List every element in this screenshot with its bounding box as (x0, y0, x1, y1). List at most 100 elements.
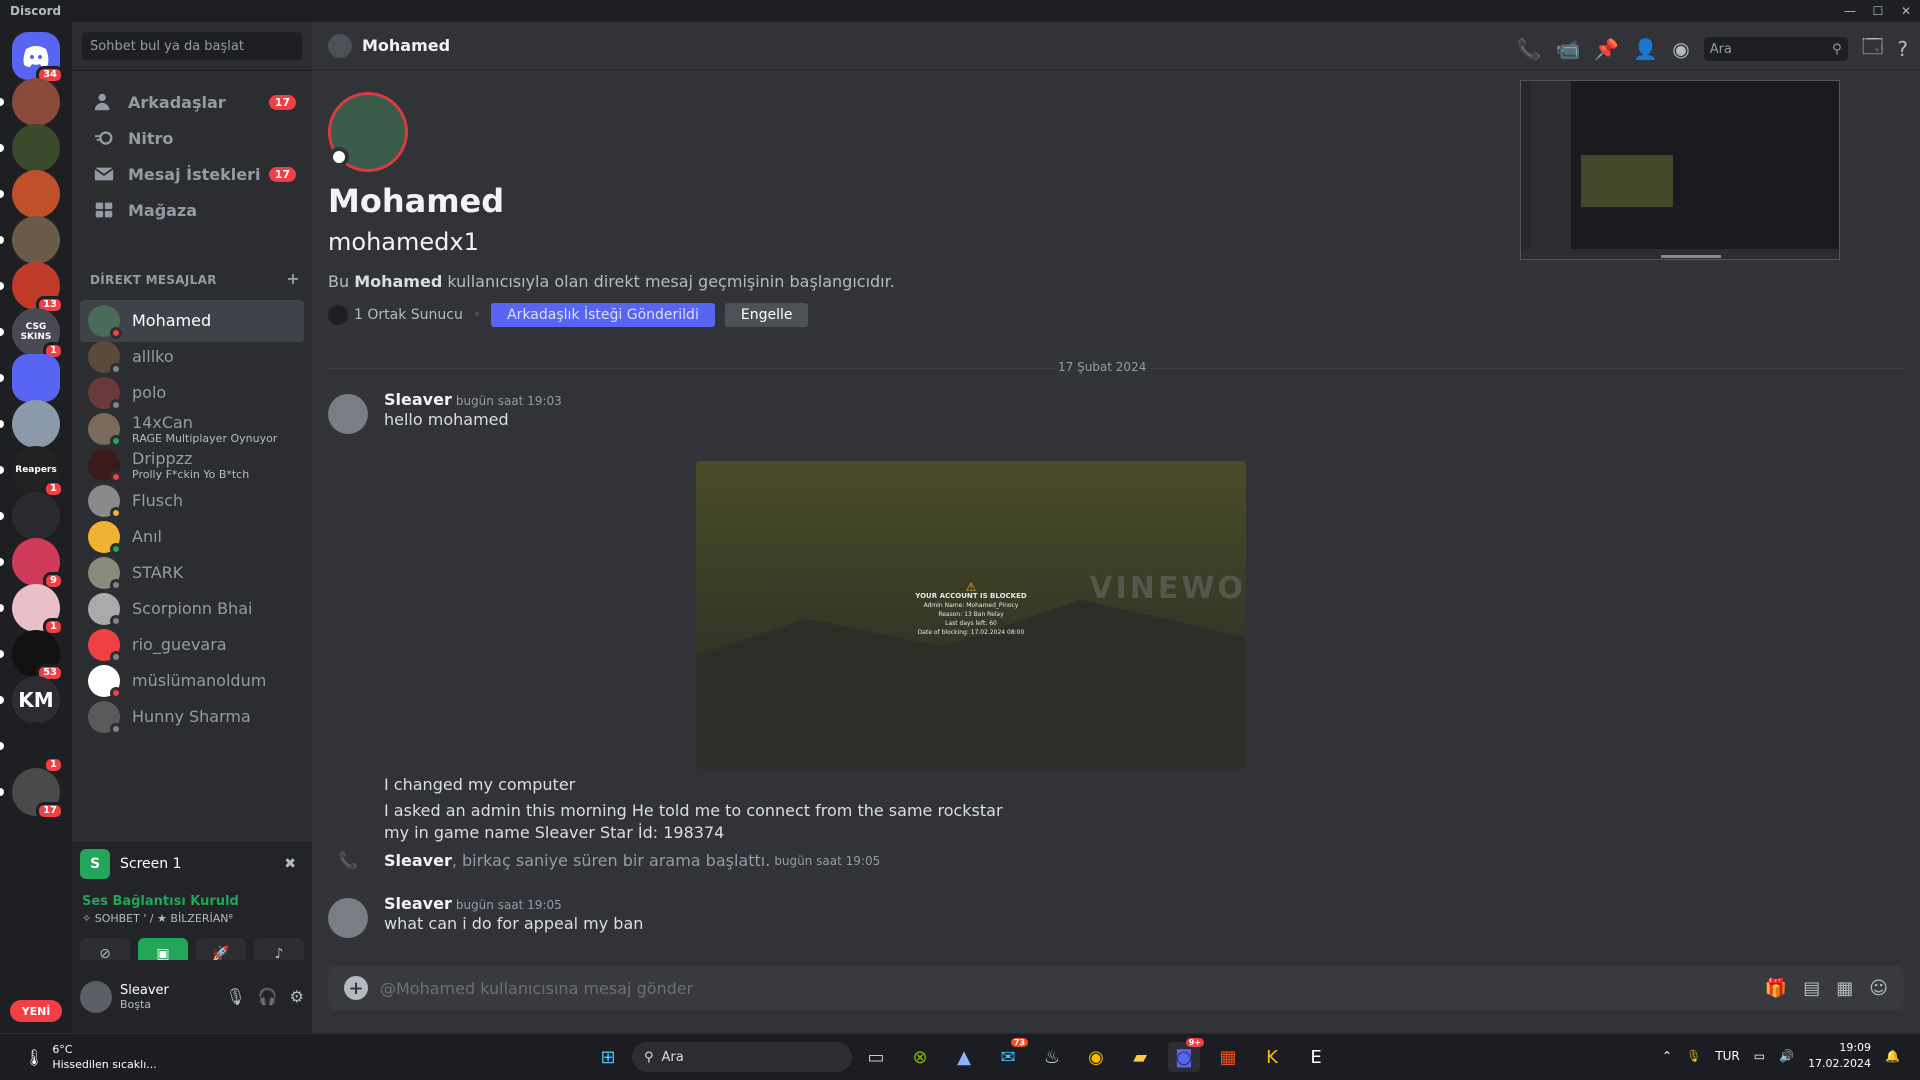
server-icon[interactable]: 53 (0, 630, 64, 682)
emoji-icon[interactable]: ☺ (1869, 978, 1888, 999)
volume-icon[interactable]: 🔊 (1779, 1049, 1794, 1063)
attach-plus-icon[interactable]: + (344, 976, 368, 1000)
help-icon[interactable]: ? (1897, 37, 1908, 61)
server-icon[interactable] (0, 78, 60, 126)
stream-preview[interactable] (1520, 80, 1840, 260)
new-badge[interactable]: YENİ (10, 1000, 62, 1022)
file-explorer-icon[interactable]: ▰ (1124, 1042, 1156, 1072)
dm-chat: Mohamed 📞 📹 📌 👤 ◉ Ara ⚲ 🗔 ? Mohamed moham… (312, 22, 1920, 1033)
video-call-icon[interactable]: 📹 (1556, 37, 1581, 61)
task-view-icon[interactable]: ▭ (860, 1042, 892, 1072)
language-indicator[interactable]: TUR (1715, 1049, 1739, 1063)
message-author[interactable]: Sleaver (384, 894, 452, 913)
gift-icon[interactable]: 🎁 (1765, 978, 1787, 999)
sticker-icon[interactable]: ▦ (1836, 978, 1853, 999)
profile-avatar[interactable] (328, 92, 408, 172)
settings-gear-icon[interactable]: ⚙ (290, 987, 304, 1006)
server-icon[interactable]: KM (0, 676, 60, 724)
header-name[interactable]: Mohamed (362, 36, 450, 55)
headphones-icon[interactable]: 🎧 (258, 987, 278, 1006)
server-icon[interactable] (0, 492, 60, 540)
discord-home-icon[interactable]: 34 (12, 32, 64, 84)
server-label: KM (18, 688, 54, 712)
block-button[interactable]: Engelle (724, 303, 809, 327)
gif-icon[interactable]: ▤ (1803, 978, 1820, 999)
server-icon[interactable]: 17 (0, 768, 64, 820)
server-icon[interactable]: 9 (0, 538, 64, 590)
header-avatar[interactable] (328, 33, 352, 58)
clock-date: 17.02.2024 (1808, 1057, 1872, 1070)
voice-channel-name[interactable]: ✧ SOHBET ' / ★ BİLZERİAN⁸ (82, 912, 233, 925)
user-avatar[interactable] (80, 980, 112, 1013)
voice-call-icon[interactable]: 📞 (1517, 37, 1542, 61)
title-bar: Discord — ☐ ✕ (0, 0, 1920, 22)
dm-item[interactable]: Hunny Sharma (80, 696, 304, 738)
dm-avatar (88, 629, 122, 663)
voice-connected-status[interactable]: Ses Bağlantısı Kuruld (82, 894, 239, 909)
call-author[interactable]: Sleaver (384, 851, 452, 870)
server-icon[interactable] (0, 400, 60, 448)
nitro-icon (92, 126, 116, 150)
mail-app-icon[interactable]: ✉ 73 (992, 1038, 1028, 1072)
blocked-line: Reason: 13 Ban Relay (938, 611, 1004, 618)
maximize-icon[interactable]: ☐ (1864, 0, 1892, 22)
xbox-icon[interactable]: ⊗ (904, 1042, 936, 1072)
screen-label: Screen 1 (120, 856, 182, 872)
minimize-icon[interactable]: — (1836, 0, 1864, 22)
user-profile-icon[interactable]: ◉ (1672, 37, 1689, 61)
dm-name: alllko (132, 347, 174, 366)
discord-badge: 9+ (1185, 1038, 1204, 1047)
screen-share-item[interactable]: S Screen 1 ✖ (80, 848, 304, 880)
nav-shop-label: Mağaza (128, 200, 198, 220)
nav-shop[interactable]: Mağaza (80, 189, 304, 231)
server-icon[interactable]: 1 (0, 584, 64, 636)
message-author[interactable]: Sleaver (384, 390, 452, 409)
photos-icon[interactable]: ▲ (948, 1042, 980, 1072)
windows-start-icon[interactable]: ⊞ (592, 1042, 624, 1072)
nav-friends-label: Arkadaşlar (128, 92, 226, 112)
mutual-servers-link[interactable]: 1 Ortak Sunucu (354, 307, 463, 323)
message-input[interactable]: @Mohamed kullanıcısına mesaj gönder (380, 979, 1765, 998)
add-friends-to-dm-icon[interactable]: 👤 (1633, 37, 1658, 61)
taskbar-search[interactable]: ⚲ Ara (632, 1042, 852, 1072)
search-input[interactable]: Ara ⚲ (1703, 37, 1848, 61)
inbox-icon[interactable]: 🗔 (1862, 32, 1884, 66)
pinned-messages-icon[interactable]: 📌 (1594, 37, 1619, 61)
server-icon[interactable] (0, 124, 60, 172)
find-conversation-input[interactable]: Sohbet bul ya da başlat (82, 32, 302, 60)
clock[interactable]: 19:09 17.02.2024 (1808, 1040, 1871, 1072)
network-icon[interactable]: ▭ (1754, 1049, 1765, 1063)
weather-widget[interactable]: 🌡 6°C Hissedilen sıcaklı... (24, 1042, 157, 1072)
friend-request-sent-button[interactable]: Arkadaşlık İsteği Gönderildi (491, 303, 715, 327)
server-icon[interactable] (0, 216, 60, 264)
store-icon[interactable]: ▦ (1212, 1042, 1244, 1072)
user-status: Boşta (120, 997, 152, 1011)
message-image-attachment[interactable]: VINEWO ⚠ YOUR ACCOUNT IS BLOCKED Admin N… (696, 461, 1246, 769)
folder-icon[interactable]: ▰ (0, 354, 60, 402)
server-label: Reapers (15, 465, 57, 475)
chrome-icon[interactable]: ◉ (1080, 1042, 1112, 1072)
create-dm-icon[interactable]: + (286, 271, 300, 287)
profile-display-name: Mohamed (328, 182, 505, 220)
voice-panel: S Screen 1 ✖ Ses Bağlantısı Kuruld ✧ SOH… (72, 842, 312, 970)
dm-intro-text: Bu Mohamed kullanıcısıyla olan direkt me… (328, 272, 895, 291)
server-icon[interactable]: Reapers 1 (0, 446, 64, 498)
server-icon[interactable] (0, 170, 60, 218)
message-avatar[interactable] (328, 394, 368, 434)
microphone-icon[interactable]: 🎙 (225, 987, 245, 1006)
server-icon[interactable]: CSG SKINS 1 (0, 308, 64, 360)
message-composer[interactable]: + @Mohamed kullanıcısına mesaj gönder 🎁 … (328, 966, 1904, 1010)
server-icon[interactable]: 13 (0, 262, 64, 314)
message-avatar[interactable] (328, 898, 368, 938)
steam-icon[interactable]: ♨ (1036, 1042, 1068, 1072)
dm-avatar (88, 341, 122, 375)
stop-stream-icon[interactable]: ✖ (284, 856, 296, 872)
epic-games-icon[interactable]: E (1300, 1042, 1332, 1072)
discord-app-icon[interactable]: ◙ 9+ (1168, 1038, 1204, 1072)
close-icon[interactable]: ✕ (1892, 0, 1920, 22)
notification-bell-icon[interactable]: 🔔 (1885, 1049, 1900, 1063)
launcher-icon[interactable]: K (1256, 1042, 1288, 1072)
server-icon[interactable]: 1 (0, 722, 64, 774)
mic-tray-icon[interactable]: 🎙 (1686, 1049, 1701, 1063)
chevron-up-icon[interactable]: ⌃ (1662, 1049, 1672, 1063)
